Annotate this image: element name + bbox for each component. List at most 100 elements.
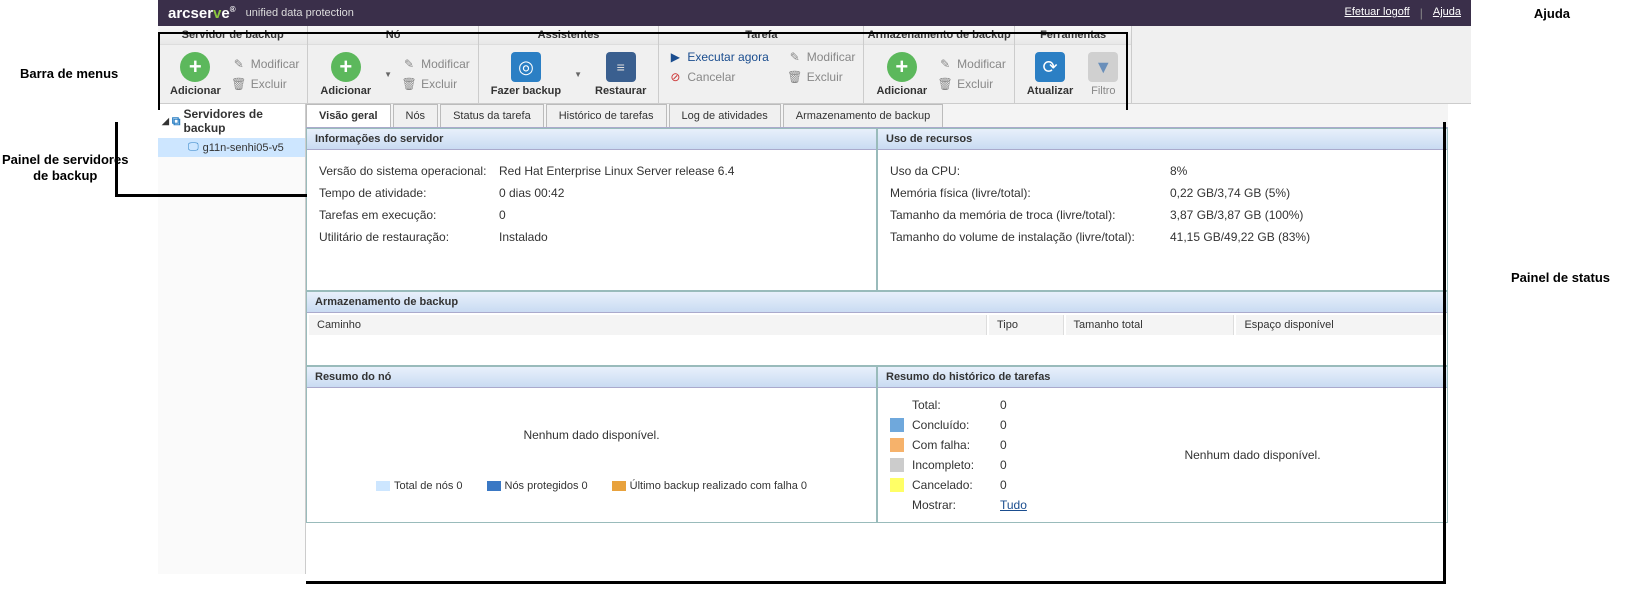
- delete-label: Excluir: [957, 77, 993, 91]
- annotation-status-panel: Painel de status: [1511, 270, 1610, 285]
- running-value: 0: [499, 208, 864, 222]
- group-title: Ferramentas: [1015, 26, 1131, 45]
- pencil-icon: ✎: [787, 49, 803, 65]
- toolbar-group-backup-server: Servidor de backup + Adicionar ✎ Modifica…: [158, 26, 308, 103]
- tree-item-label: g11n-senhi05-v5: [203, 142, 284, 154]
- modify-task-button[interactable]: ✎Modificar: [787, 49, 856, 65]
- delete-server-button[interactable]: 🗑Excluir: [231, 76, 300, 92]
- restore-wizard-button[interactable]: ≡ Restaurar: [591, 49, 650, 99]
- section-title: Informações do servidor: [307, 129, 876, 150]
- legend-protected: Nós protegidos 0: [487, 480, 588, 492]
- chevron-down-icon[interactable]: ▼: [574, 70, 582, 79]
- help-link[interactable]: Ajuda: [1433, 6, 1461, 20]
- filter-button[interactable]: ▼ Filtro: [1083, 49, 1123, 99]
- vol-value: 41,15 GB/49,22 GB (83%): [1170, 230, 1435, 244]
- delete-storage-button[interactable]: 🗑Excluir: [937, 76, 1006, 92]
- toolbar: Servidor de backup + Adicionar ✎ Modifica…: [158, 26, 1471, 104]
- pencil-icon: ✎: [231, 56, 247, 72]
- backup-wizard-button[interactable]: ◎ Fazer backup: [487, 49, 565, 99]
- job-cancel: Cancelado:0: [890, 478, 1070, 492]
- play-icon: ▶: [667, 49, 683, 65]
- add-server-button[interactable]: + Adicionar: [166, 49, 225, 99]
- cancel-task-button[interactable]: ⊘Cancelar: [667, 69, 768, 85]
- tree-root[interactable]: ◢ ⧉ Servidores de backup: [158, 104, 305, 138]
- modify-storage-button[interactable]: ✎Modificar: [937, 56, 1006, 72]
- resources-section: Uso de recursos Uso da CPU:8% Memória fí…: [877, 128, 1448, 291]
- storage-table: Caminho Tipo Tamanho total Espaço dispon…: [307, 313, 1447, 365]
- run-now-label: Executar agora: [687, 50, 768, 64]
- modify-server-button[interactable]: ✎ Modificar: [231, 56, 300, 72]
- job-fail: Com falha:0: [890, 438, 1070, 452]
- mem-label: Memória física (livre/total):: [890, 186, 1170, 200]
- annotation-servers-panel: Painel de servidores de backup: [2, 152, 128, 183]
- node-summary-section: Resumo do nó Nenhum dado disponível. Tot…: [306, 366, 877, 523]
- cpu-label: Uso da CPU:: [890, 164, 1170, 178]
- job-history-section: Resumo do histórico de tarefas Total:0 C…: [877, 366, 1448, 523]
- group-title: Tarefa: [659, 26, 863, 45]
- plus-icon: +: [887, 52, 917, 82]
- job-total: Total:0: [890, 398, 1070, 412]
- col-total[interactable]: Tamanho total: [1066, 315, 1235, 335]
- tab-nodes[interactable]: Nós: [393, 104, 439, 127]
- backup-icon: ◎: [511, 52, 541, 82]
- col-type[interactable]: Tipo: [989, 315, 1064, 335]
- tab-task-status[interactable]: Status da tarefa: [440, 104, 544, 127]
- run-now-button[interactable]: ▶ Executar agora: [667, 49, 768, 65]
- show-all-link[interactable]: Tudo: [1000, 498, 1027, 512]
- brand-logo: arcserve®: [168, 5, 236, 22]
- col-path[interactable]: Caminho: [309, 315, 987, 335]
- add-storage-button[interactable]: + Adicionar: [872, 49, 931, 99]
- trash-icon: 🗑: [787, 69, 803, 85]
- section-title: Resumo do nó: [307, 367, 876, 388]
- toolbar-group-node: Nó + Adicionar ▼ ✎Modificar 🗑Excluir: [308, 26, 478, 103]
- toolbar-group-storage: Armazenamento de backup + Adicionar ✎Mod…: [864, 26, 1014, 103]
- cancel-icon: ⊘: [667, 69, 683, 85]
- filter-icon: ▼: [1088, 52, 1118, 82]
- job-incomplete: Incompleto:0: [890, 458, 1070, 472]
- plus-icon: +: [180, 52, 210, 82]
- swap-label: Tamanho da memória de troca (livre/total…: [890, 208, 1170, 222]
- tab-storage[interactable]: Armazenamento de backup: [783, 104, 944, 127]
- tab-task-history[interactable]: Histórico de tarefas: [546, 104, 667, 127]
- group-title: Armazenamento de backup: [864, 26, 1013, 45]
- running-label: Tarefas em execução:: [319, 208, 499, 222]
- modify-label: Modificar: [251, 57, 300, 71]
- tree-item-server[interactable]: 🖵 g11n-senhi05-v5: [158, 138, 305, 157]
- annotation-help: Ajuda: [1534, 6, 1570, 21]
- annotation-menubar: Barra de menus: [20, 66, 118, 81]
- group-title: Servidor de backup: [158, 26, 307, 45]
- server-tree-panel: ◢ ⧉ Servidores de backup 🖵 g11n-senhi05-…: [158, 104, 306, 574]
- toolbar-group-tools: Ferramentas ⟳ Atualizar ▼ Filtro: [1015, 26, 1132, 103]
- modify-node-button[interactable]: ✎ Modificar: [401, 56, 470, 72]
- col-free[interactable]: Espaço disponível: [1236, 315, 1445, 335]
- delete-node-button[interactable]: 🗑Excluir: [401, 76, 470, 92]
- add-node-button[interactable]: + Adicionar: [316, 49, 375, 99]
- server-info-section: Informações do servidor Versão do sistem…: [306, 128, 877, 291]
- tab-activity-log[interactable]: Log de atividades: [669, 104, 781, 127]
- cpu-value: 8%: [1170, 164, 1435, 178]
- job-empty-text: Nenhum dado disponível.: [1070, 398, 1435, 512]
- tab-bar: Visão geral Nós Status da tarefa Históri…: [306, 104, 1448, 128]
- logoff-link[interactable]: Efetuar logoff: [1345, 6, 1410, 20]
- chevron-down-icon[interactable]: ▼: [384, 70, 392, 79]
- refresh-button[interactable]: ⟳ Atualizar: [1023, 49, 1077, 99]
- tab-overview[interactable]: Visão geral: [306, 104, 391, 127]
- tree-collapse-icon: ◢: [162, 116, 169, 127]
- toolbar-group-task: Tarefa ▶ Executar agora ⊘Cancelar ✎Modifi…: [659, 26, 864, 103]
- brand-text-2: e: [221, 5, 229, 22]
- modify-label: Modificar: [421, 57, 470, 71]
- server-group-icon: ⧉: [172, 114, 181, 129]
- tree-root-label: Servidores de backup: [184, 107, 302, 135]
- separator: |: [1420, 6, 1423, 20]
- legend-total: Total de nós 0: [376, 480, 463, 492]
- server-icon: 🖵: [188, 141, 199, 154]
- brand-text-1: arcser: [168, 5, 213, 22]
- delete-label: Excluir: [251, 77, 287, 91]
- restore-icon: ≡: [606, 52, 636, 82]
- add-label: Adicionar: [320, 85, 371, 97]
- delete-task-button[interactable]: 🗑Excluir: [787, 69, 856, 85]
- section-title: Resumo do histórico de tarefas: [878, 367, 1447, 388]
- toolbar-group-wizards: Assistentes ◎ Fazer backup ▼ ≡ Restaurar: [479, 26, 660, 103]
- status-panel: Visão geral Nós Status da tarefa Históri…: [306, 104, 1448, 574]
- pencil-icon: ✎: [401, 56, 417, 72]
